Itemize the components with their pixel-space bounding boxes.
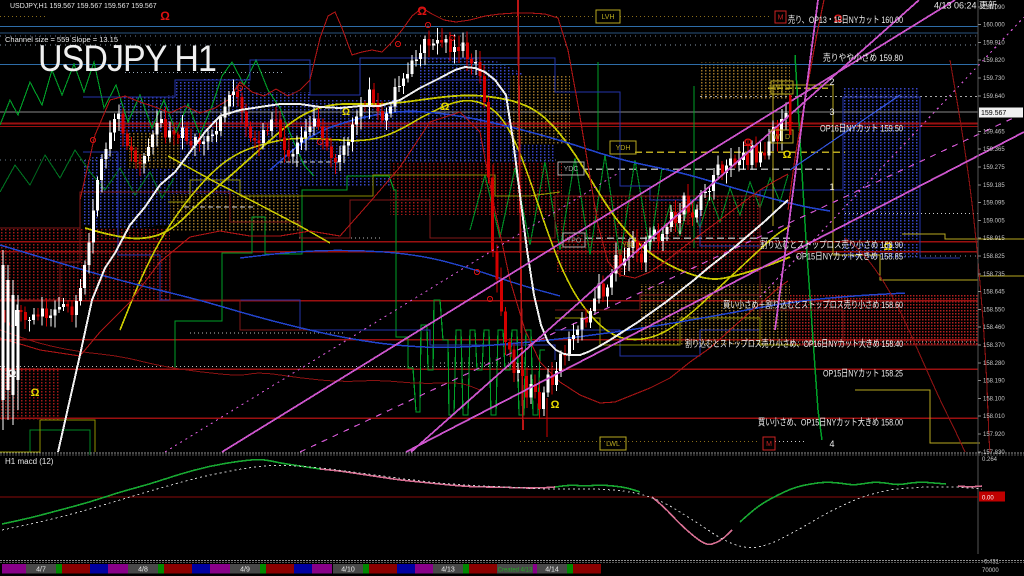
svg-text:M: M xyxy=(778,15,784,22)
svg-text:2: 2 xyxy=(829,77,834,87)
svg-text:Ω: Ω xyxy=(744,137,753,149)
svg-text:159.567: 159.567 xyxy=(981,110,1006,117)
svg-text:159.275: 159.275 xyxy=(983,165,1005,171)
svg-text:YPO: YPO xyxy=(567,238,582,245)
svg-text:YDH: YDH xyxy=(616,145,631,152)
svg-text:3: 3 xyxy=(829,107,834,117)
svg-text:70000: 70000 xyxy=(982,568,999,574)
svg-text:4/9: 4/9 xyxy=(240,567,250,574)
svg-text:割り込むとストップロス売り小さめ、OP16日NYカット大きめ: 割り込むとストップロス売り小さめ、OP16日NYカット大きめ 158.40 xyxy=(685,338,903,350)
svg-text:158.190: 158.190 xyxy=(983,379,1005,385)
svg-text:1: 1 xyxy=(829,182,834,192)
svg-text:H1 macd (12): H1 macd (12) xyxy=(5,457,54,466)
svg-text:買い小さめ＋割り込むとストップロス売り小さめ 158.60: 買い小さめ＋割り込むとストップロス売り小さめ 158.60 xyxy=(723,299,903,311)
svg-text:159.730: 159.730 xyxy=(983,76,1005,82)
svg-text:160.000: 160.000 xyxy=(983,23,1005,29)
svg-text:Ω: Ω xyxy=(551,399,560,411)
svg-text:0.00: 0.00 xyxy=(982,496,994,502)
svg-text:4/8: 4/8 xyxy=(138,567,148,574)
svg-text:158.100: 158.100 xyxy=(983,396,1005,402)
svg-text:買い小さめ、OP15日NYカット大きめ 158.00: 買い小さめ、OP15日NYカット大きめ 158.00 xyxy=(758,417,903,429)
svg-text:W: W xyxy=(773,85,780,92)
svg-text:OP16日NYカット 159.50: OP16日NYカット 159.50 xyxy=(820,124,903,135)
svg-text:Ω: Ω xyxy=(417,4,427,18)
svg-text:158.645: 158.645 xyxy=(983,290,1005,296)
svg-text:159.095: 159.095 xyxy=(983,201,1005,207)
svg-text:159.365: 159.365 xyxy=(983,147,1005,153)
svg-text:159.640: 159.640 xyxy=(983,94,1005,100)
svg-text:Ω: Ω xyxy=(31,387,40,399)
svg-text:USDJPY H1: USDJPY H1 xyxy=(38,38,216,79)
svg-text:4/14: 4/14 xyxy=(545,567,559,574)
svg-text:159.820: 159.820 xyxy=(983,58,1005,64)
svg-text:Ω: Ω xyxy=(160,9,170,23)
svg-text:157.920: 157.920 xyxy=(983,432,1005,438)
svg-text:Ω: Ω xyxy=(783,149,792,161)
svg-text:Ω: Ω xyxy=(8,368,17,380)
svg-text:159.185: 159.185 xyxy=(983,183,1005,189)
svg-text:Ω: Ω xyxy=(441,101,450,113)
svg-text:4/13: 4/13 xyxy=(441,567,455,574)
svg-text:D: D xyxy=(785,85,790,92)
svg-text:159.910: 159.910 xyxy=(983,40,1005,46)
svg-text:Ω: Ω xyxy=(342,107,350,118)
svg-text:売りやや小さめ 159.80: 売りやや小さめ 159.80 xyxy=(823,52,903,64)
svg-text:158.550: 158.550 xyxy=(983,307,1005,313)
svg-text:割り込むとストップロス売り小さめ 158.90: 割り込むとストップロス売り小さめ 158.90 xyxy=(760,239,903,251)
svg-text:W: W xyxy=(773,134,780,141)
svg-text:売り、OP13・15日NYカット 160.00: 売り、OP13・15日NYカット 160.00 xyxy=(788,14,903,26)
svg-text:D: D xyxy=(785,134,790,141)
svg-text:160.090: 160.090 xyxy=(983,5,1005,11)
svg-text:OP15日NYカット大きめ 158.85: OP15日NYカット大きめ 158.85 xyxy=(796,251,903,263)
svg-text:M: M xyxy=(766,441,772,448)
svg-text:158.915: 158.915 xyxy=(983,236,1005,242)
svg-text:158.460: 158.460 xyxy=(983,325,1005,331)
svg-text:LVH: LVH xyxy=(601,14,614,21)
svg-text:4/10: 4/10 xyxy=(341,567,355,574)
svg-text:4: 4 xyxy=(829,439,834,449)
svg-text:USDJPY,H1 159.567 159.567 159: USDJPY,H1 159.567 159.567 159.567 159.56… xyxy=(10,3,157,10)
svg-text:158.370: 158.370 xyxy=(983,343,1005,349)
svg-text:OP15日NYカット 158.25: OP15日NYカット 158.25 xyxy=(823,369,903,380)
svg-text:Created 4/13: Created 4/13 xyxy=(498,568,533,574)
svg-text:0.264: 0.264 xyxy=(982,457,998,463)
svg-text:158.010: 158.010 xyxy=(983,414,1005,420)
svg-text:YBL: YBL xyxy=(622,242,635,249)
svg-text:158.825: 158.825 xyxy=(983,254,1005,260)
svg-text:159.005: 159.005 xyxy=(983,218,1005,224)
svg-text:4/7: 4/7 xyxy=(36,567,46,574)
svg-text:158.735: 158.735 xyxy=(983,272,1005,278)
svg-text:159.465: 159.465 xyxy=(983,129,1005,135)
svg-text:LWL: LWL xyxy=(606,441,620,448)
svg-text:158.280: 158.280 xyxy=(983,361,1005,367)
svg-text:YDC: YDC xyxy=(564,166,579,173)
